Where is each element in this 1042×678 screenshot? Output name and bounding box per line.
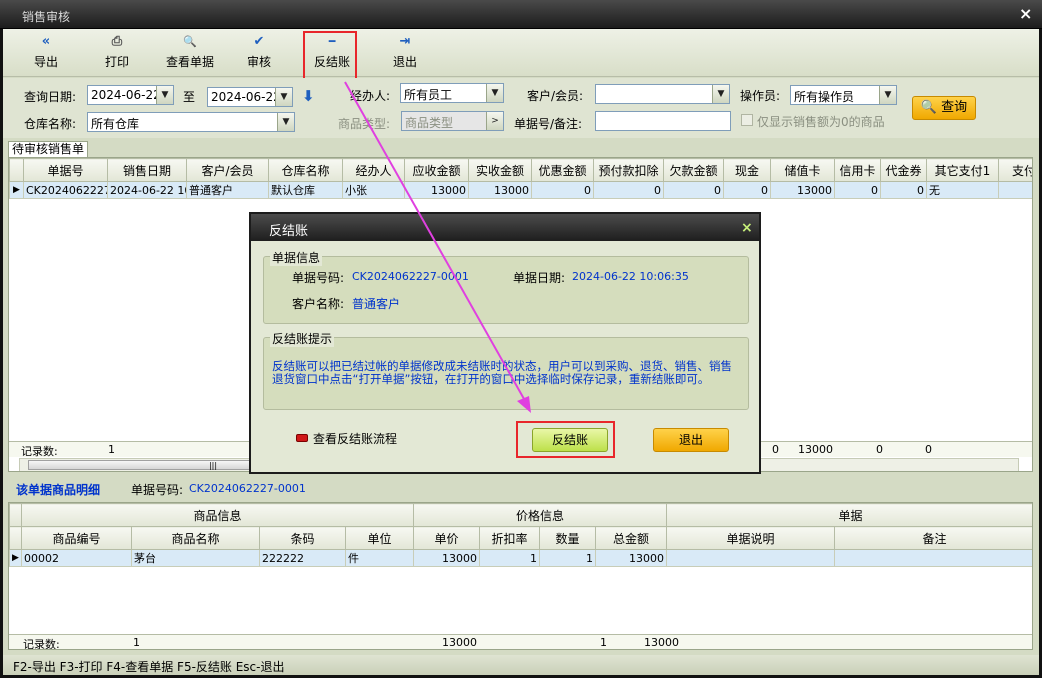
annotation-arrow-line xyxy=(344,81,529,407)
annotation-arrow-head xyxy=(517,396,531,413)
annotation-arrow xyxy=(344,81,531,413)
